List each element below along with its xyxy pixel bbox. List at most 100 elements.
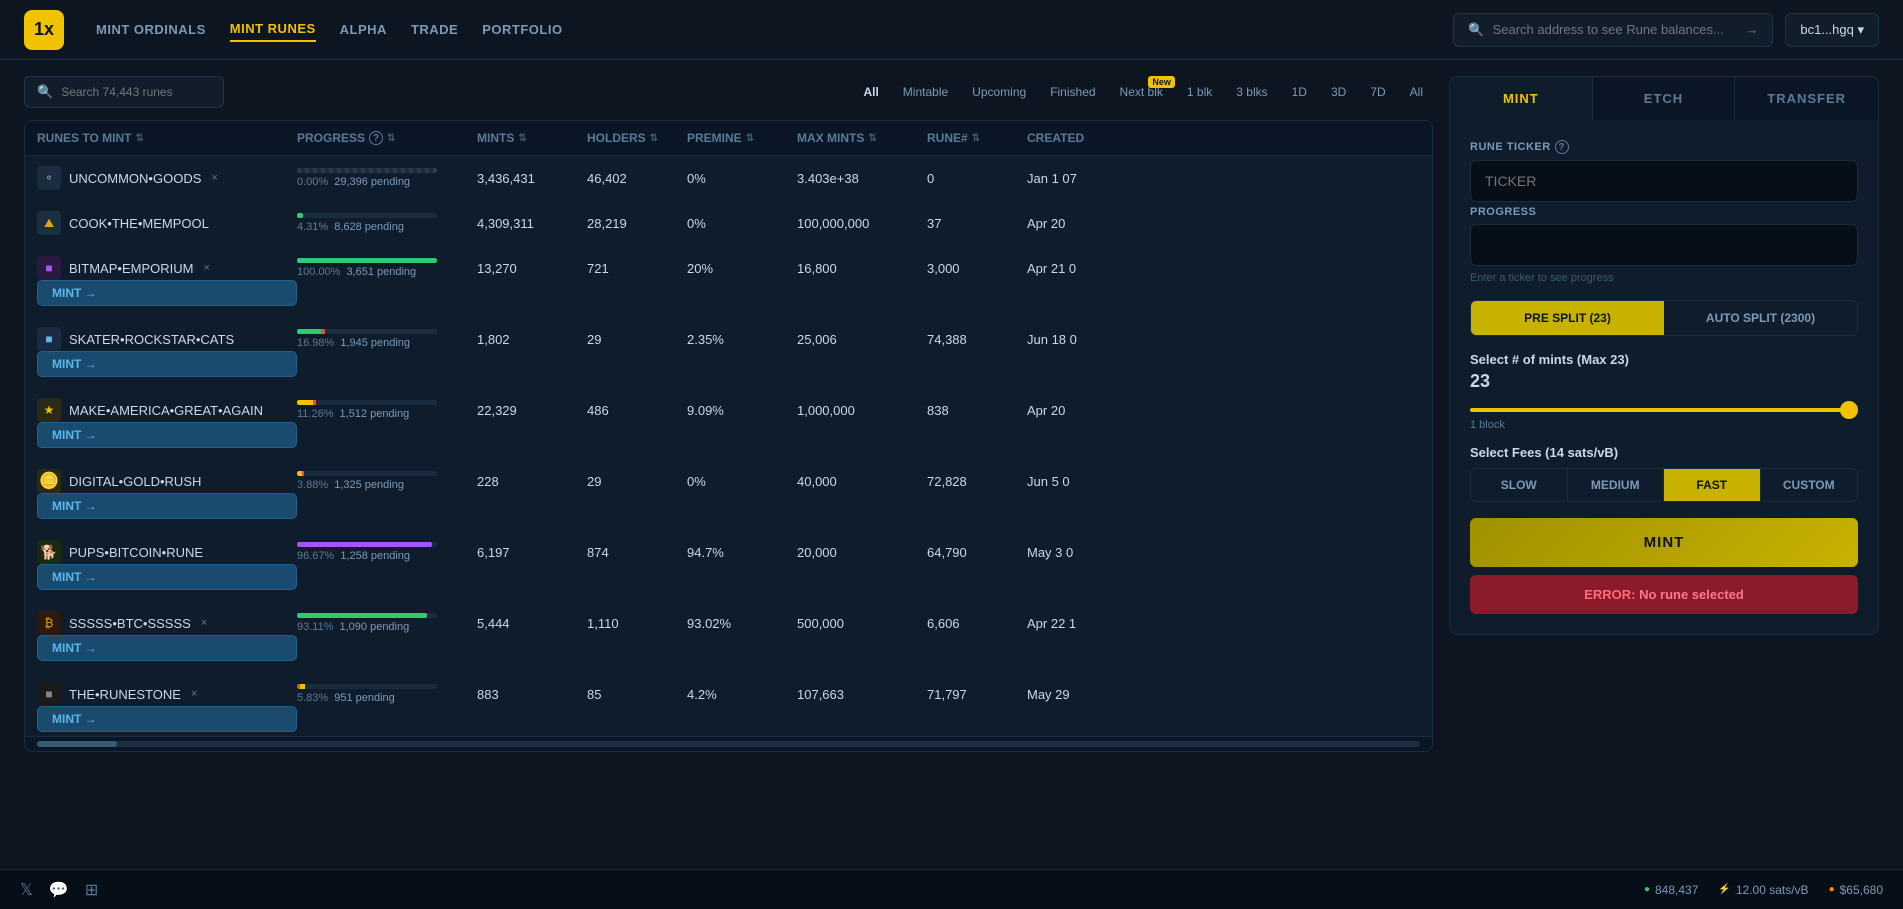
- wallet-button[interactable]: bc1...hgq ▾: [1785, 13, 1879, 47]
- table-row[interactable]: ■ BITMAP•EMPORIUM × 100.00% 3,651 pendin…: [25, 246, 1432, 317]
- created-value: Apr 20: [1027, 403, 1147, 418]
- th-holders[interactable]: Holders ⇅: [587, 131, 687, 145]
- table-row[interactable]: ■ THE•RUNESTONE × 5.83%: [25, 672, 1432, 736]
- fee-slow-button[interactable]: SLOW: [1471, 469, 1568, 501]
- filter-tab-all2[interactable]: All: [1400, 80, 1433, 104]
- mint-button[interactable]: MINT →: [37, 280, 297, 306]
- nav-alpha[interactable]: ALPHA: [340, 18, 387, 41]
- mint-button[interactable]: MINT →: [37, 493, 297, 519]
- table-row[interactable]: ⚬ UNCOMMON•GOODS × 0.00% 29,396 pending: [25, 156, 1432, 201]
- fee-rate-stat: ⚡ 12.00 sats/vB: [1718, 883, 1808, 897]
- created-value: Jun 5 0: [1027, 474, 1147, 489]
- table-row[interactable]: ⛰ COOK•THE•MEMPOOL 4.31% 8,628 pending 4…: [25, 201, 1432, 246]
- grid-icon[interactable]: ⊞: [85, 880, 98, 900]
- mints-value: 6,197: [477, 545, 587, 560]
- th-max-mints[interactable]: Max Mints ⇅: [797, 131, 927, 145]
- nav-mint-ordinals[interactable]: MINT ORDINALS: [96, 18, 206, 41]
- rune-name: BITMAP•EMPORIUM: [69, 261, 193, 276]
- scrollbar-row: [25, 736, 1432, 751]
- table-body: ⚬ UNCOMMON•GOODS × 0.00% 29,396 pending: [25, 156, 1432, 736]
- rune-num-value: 72,828: [927, 474, 1027, 489]
- progress-bar: [297, 329, 437, 334]
- progress-cell: 93.11% 1,090 pending: [297, 613, 477, 633]
- remove-button[interactable]: ×: [209, 170, 219, 186]
- th-rune-num[interactable]: Rune# ⇅: [927, 131, 1027, 145]
- twitter-icon[interactable]: 𝕏: [20, 880, 33, 900]
- filter-tab-1d[interactable]: 1D: [1282, 80, 1317, 104]
- progress-pct: 0.00%: [297, 176, 328, 188]
- filter-tab-finished[interactable]: Finished: [1040, 80, 1105, 104]
- rune-name-cell: ★ MAKE•AMERICA•GREAT•AGAIN: [37, 398, 297, 422]
- rune-name: SSSSS•BTC•SSSSS: [69, 616, 191, 631]
- filter-tabs: All Mintable Upcoming Finished Next blk …: [853, 80, 1433, 104]
- progress-cell: 16.98% 1,945 pending: [297, 329, 477, 349]
- remove-button[interactable]: ×: [189, 686, 199, 702]
- rune-search[interactable]: 🔍: [24, 76, 224, 108]
- tab-etch[interactable]: ETCH: [1593, 77, 1736, 120]
- mint-action-button[interactable]: MINT: [1470, 518, 1858, 567]
- rune-search-input[interactable]: [61, 85, 211, 99]
- discord-icon[interactable]: 💬: [49, 880, 69, 900]
- mint-button[interactable]: MINT →: [37, 635, 297, 661]
- filter-tab-3blks[interactable]: 3 blks: [1226, 80, 1277, 104]
- mints-value: 1,802: [477, 332, 587, 347]
- pre-split-button[interactable]: PRE SPLIT (23): [1471, 301, 1664, 335]
- filter-tab-7d[interactable]: 7D: [1360, 80, 1395, 104]
- fee-fast-button[interactable]: FAST: [1664, 469, 1761, 501]
- table-row[interactable]: ★ MAKE•AMERICA•GREAT•AGAIN 11.26% 1: [25, 388, 1432, 459]
- table-row[interactable]: ₿ SSSSS•BTC•SSSSS × 93.11% 1,090 pending: [25, 601, 1432, 672]
- auto-split-button[interactable]: AUTO SPLIT (2300): [1664, 301, 1857, 335]
- rune-name-cell: ■ THE•RUNESTONE ×: [37, 682, 297, 706]
- holders-value: 85: [587, 687, 687, 702]
- tab-transfer[interactable]: TRANSFER: [1735, 77, 1878, 120]
- fee-custom-button[interactable]: CUSTOM: [1761, 469, 1858, 501]
- th-mints[interactable]: Mints ⇅: [477, 131, 587, 145]
- fee-label: Select Fees (14 sats/vB): [1470, 445, 1858, 460]
- scrollbar-thumb[interactable]: [37, 741, 117, 747]
- th-runes[interactable]: Runes to Mint ⇅: [37, 131, 297, 145]
- mint-button[interactable]: MINT →: [37, 564, 297, 590]
- rune-icon: ★: [37, 398, 61, 422]
- th-created[interactable]: Created: [1027, 131, 1147, 145]
- nav-mint-runes[interactable]: MINT RUNES: [230, 17, 316, 42]
- balance-icon: ●: [1829, 884, 1835, 895]
- mint-button[interactable]: MINT →: [37, 706, 297, 732]
- table-row[interactable]: ■ SKATER•ROCKSTAR•CATS 16.98% 1,945: [25, 317, 1432, 388]
- nav-portfolio[interactable]: PORTFOLIO: [482, 18, 562, 41]
- new-badge: New: [1148, 76, 1175, 88]
- rune-ticker-input[interactable]: [1470, 160, 1858, 202]
- filter-tab-mintable[interactable]: Mintable: [893, 80, 958, 104]
- mints-slider[interactable]: [1470, 408, 1858, 412]
- created-value: Apr 20: [1027, 216, 1147, 231]
- rune-name: PUPS•BITCOIN•RUNE: [69, 545, 203, 560]
- rune-name-cell: 🪙 DIGITAL•GOLD•RUSH: [37, 469, 297, 493]
- rune-icon: 🐕: [37, 540, 61, 564]
- scrollbar-track[interactable]: [37, 741, 1420, 747]
- mint-button[interactable]: MINT →: [37, 351, 297, 377]
- remove-button[interactable]: ×: [201, 260, 211, 276]
- address-search-input[interactable]: [1493, 22, 1738, 37]
- th-progress[interactable]: Progress ? ⇅: [297, 131, 477, 145]
- rune-name: COOK•THE•MEMPOOL: [69, 216, 209, 231]
- filter-tab-next-blk[interactable]: Next blk New: [1110, 80, 1173, 104]
- filter-tab-upcoming[interactable]: Upcoming: [962, 80, 1036, 104]
- mint-button[interactable]: MINT →: [37, 422, 297, 448]
- filter-tab-all[interactable]: All: [853, 80, 888, 104]
- nav-trade[interactable]: TRADE: [411, 18, 458, 41]
- th-max-mints-label: Max Mints: [797, 131, 864, 145]
- split-buttons: PRE SPLIT (23) AUTO SPLIT (2300): [1470, 300, 1858, 336]
- table-row[interactable]: 🪙 DIGITAL•GOLD•RUSH 3.88% 1,325 pe: [25, 459, 1432, 530]
- remove-button[interactable]: ×: [199, 615, 209, 631]
- sort-icon-rune-num: ⇅: [972, 133, 980, 144]
- th-premine[interactable]: Premine ⇅: [687, 131, 797, 145]
- tab-mint[interactable]: MINT: [1450, 77, 1593, 120]
- fee-medium-button[interactable]: MEDIUM: [1568, 469, 1665, 501]
- logo-icon[interactable]: 1x: [24, 10, 64, 50]
- table-row[interactable]: 🐕 PUPS•BITCOIN•RUNE 96.67% 1,258 pending…: [25, 530, 1432, 601]
- max-mints-value: 1,000,000: [797, 403, 927, 418]
- progress-pct: 3.88%: [297, 479, 328, 491]
- th-mints-label: Mints: [477, 131, 514, 145]
- filter-tab-3d[interactable]: 3D: [1321, 80, 1356, 104]
- filter-tab-1blk[interactable]: 1 blk: [1177, 80, 1222, 104]
- address-search[interactable]: 🔍 →: [1453, 13, 1773, 47]
